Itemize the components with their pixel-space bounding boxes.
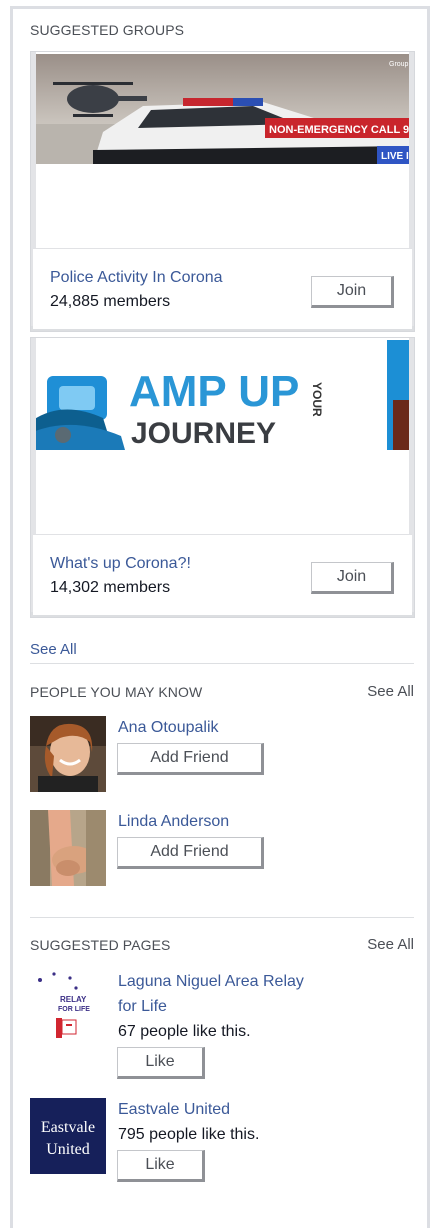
banner-tag: LIVE I [381, 151, 409, 162]
join-group-button[interactable]: Join [311, 276, 394, 308]
page-likes-count: 67 people like this. [118, 1023, 251, 1040]
group-member-count: 14,302 members [50, 579, 171, 596]
police-car-banner: NON-EMERGENCY CALL 951-73 LIVE I Group [33, 54, 414, 164]
suggested-pages-heading: SUGGESTED PAGES [30, 937, 171, 953]
logo-text: RELAY [60, 995, 87, 1004]
banner-your: YOUR [310, 382, 324, 417]
banner-corner-text: Group [389, 61, 409, 68]
people-you-may-know-heading: PEOPLE YOU MAY KNOW [30, 684, 203, 700]
person-name-link[interactable]: Linda Anderson [118, 813, 229, 831]
section-divider [30, 663, 414, 664]
add-friend-button[interactable]: Add Friend [117, 743, 264, 775]
pages-see-all-link[interactable]: See All [367, 936, 414, 953]
people-see-all-link[interactable]: See All [367, 683, 414, 700]
banner-subline: JOURNEY [131, 417, 276, 450]
banner-text: NON-EMERGENCY CALL 951-73 [269, 124, 414, 136]
section-divider [30, 917, 414, 918]
group-name-link[interactable]: What's up Corona?! [50, 555, 191, 573]
avatar[interactable] [30, 810, 106, 886]
page-name-link[interactable]: Eastvale United [118, 1101, 230, 1119]
group-cover-photo[interactable]: NON-EMERGENCY CALL 951-73 LIVE I Group [33, 54, 414, 164]
person-name-link[interactable]: Ana Otoupalik [118, 719, 219, 737]
add-friend-button[interactable]: Add Friend [117, 837, 264, 869]
group-card-whats-up-corona[interactable]: AMP UP YOUR JOURNEY What's up Corona?! 1… [30, 337, 415, 618]
group-cover-photo[interactable]: AMP UP YOUR JOURNEY [33, 340, 414, 450]
like-page-button[interactable]: Like [117, 1150, 205, 1182]
logo-text: Eastvale [41, 1119, 95, 1136]
groups-see-all-link[interactable]: See All [30, 641, 77, 658]
page-name-link[interactable]: Laguna Niguel Area Relay [118, 973, 304, 991]
page-logo[interactable]: RELAY FOR LIFE [30, 970, 106, 1046]
group-name-link[interactable]: Police Activity In Corona [50, 269, 223, 287]
suggested-groups-heading: SUGGESTED GROUPS [30, 22, 185, 38]
amp-up-journey-banner: AMP UP YOUR JOURNEY [33, 340, 414, 450]
group-card-police-activity[interactable]: NON-EMERGENCY CALL 951-73 LIVE I Group P… [30, 51, 415, 332]
group-info: Police Activity In Corona 24,885 members… [33, 248, 412, 329]
banner-headline: AMP UP [129, 367, 299, 416]
join-group-button[interactable]: Join [311, 562, 394, 594]
group-info: What's up Corona?! 14,302 members Join [33, 534, 412, 615]
logo-text: United [46, 1141, 90, 1158]
page-logo[interactable]: Eastvale United [30, 1098, 106, 1174]
logo-text: FOR LIFE [58, 1006, 90, 1013]
like-page-button[interactable]: Like [117, 1047, 205, 1079]
group-member-count: 24,885 members [50, 293, 171, 310]
page-likes-count: 795 people like this. [118, 1126, 260, 1143]
avatar[interactable] [30, 716, 106, 792]
page-name-link-line2[interactable]: for Life [118, 998, 167, 1016]
